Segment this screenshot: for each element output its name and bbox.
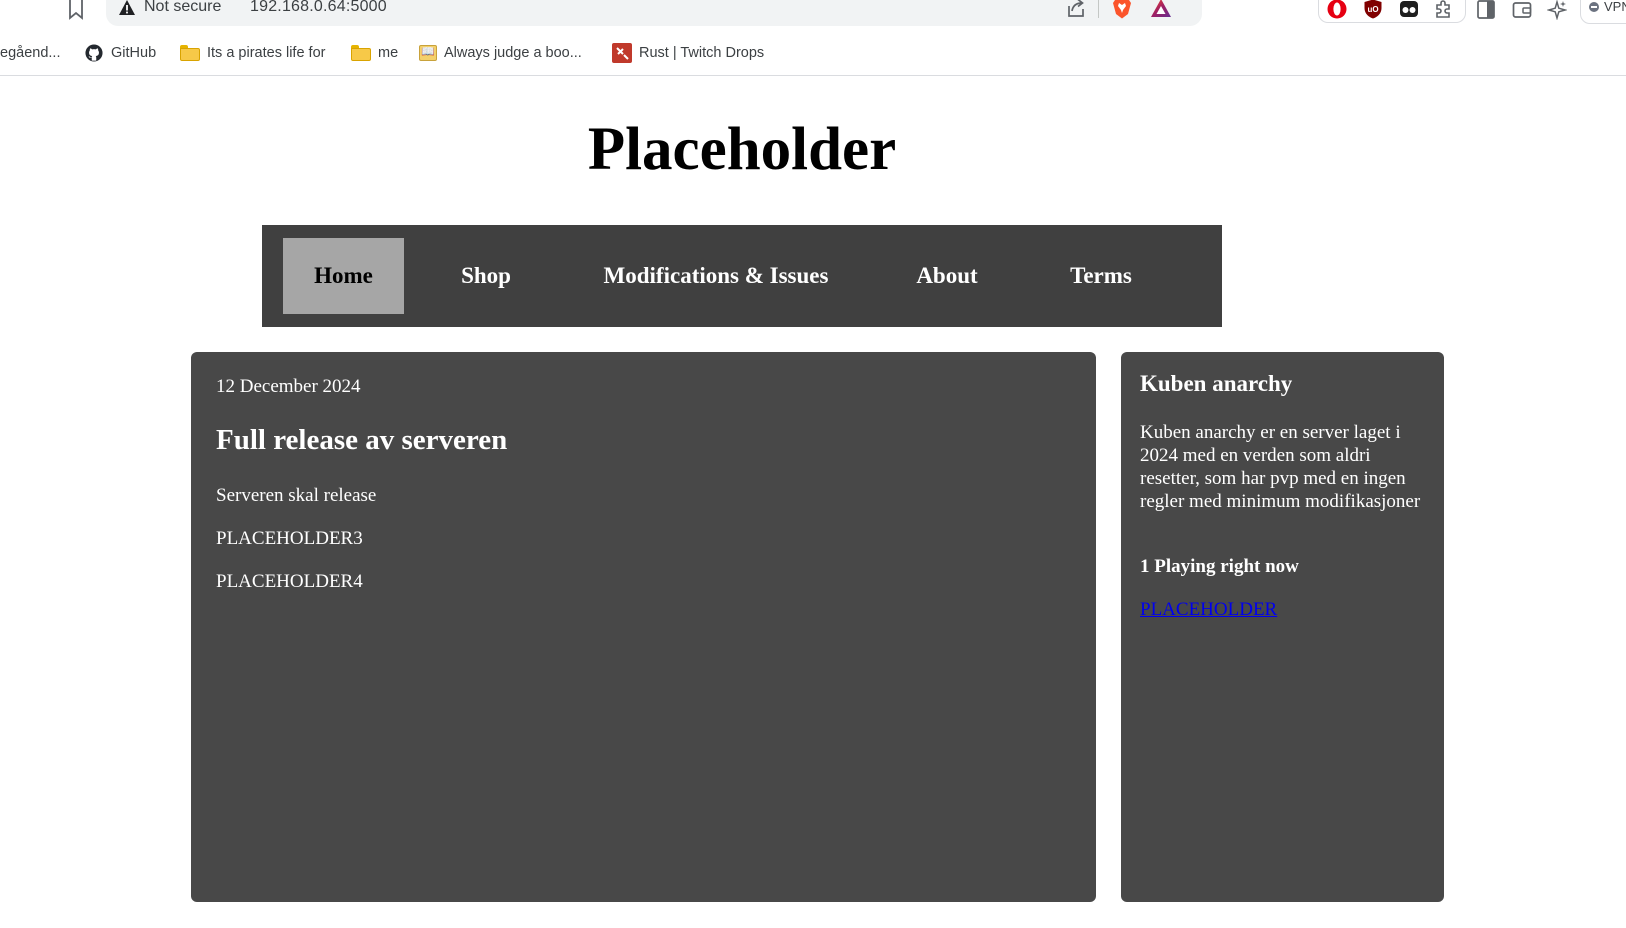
bookmark-folder-pirates[interactable]: Its a pirates life for	[180, 41, 325, 65]
main-nav: Home Shop Modifications & Issues About T…	[262, 225, 1222, 327]
svg-text:uO: uO	[1367, 5, 1378, 14]
bookmark-label: me	[378, 45, 399, 61]
glasses-extension-icon[interactable]	[1399, 0, 1419, 19]
news-paragraph: PLACEHOLDER4	[216, 571, 363, 592]
leo-ai-icon[interactable]	[1547, 0, 1567, 20]
bookmark-label: Its a pirates life for	[207, 45, 326, 61]
bookmark-label: Always judge a boo...	[444, 45, 582, 61]
bookmark-page-icon[interactable]	[68, 0, 84, 20]
server-description: Kuben anarchy er en server laget i 2024 …	[1140, 422, 1421, 512]
bookmark-github[interactable]: GitHub	[84, 41, 156, 65]
bookmark-label: Rust | Twitch Drops	[639, 45, 765, 61]
rust-icon	[612, 43, 632, 63]
share-icon[interactable]	[1066, 0, 1086, 18]
browser-toolbar: Not secure 192.168.0.64:5000 uO VP	[0, 0, 1626, 34]
folder-icon	[351, 45, 371, 61]
extensions-group: uO	[1318, 0, 1466, 23]
address-bar-divider	[1098, 0, 1099, 18]
news-date: 12 December 2024	[216, 376, 361, 397]
server-info-link[interactable]: PLACEHOLDER	[1140, 599, 1277, 621]
bookmark-label: GitHub	[111, 45, 157, 61]
brave-shields-icon[interactable]	[1112, 0, 1132, 19]
url-text[interactable]: 192.168.0.64:5000	[250, 0, 387, 16]
sidebar-toggle-icon[interactable]	[1476, 0, 1496, 20]
security-label[interactable]: Not secure	[144, 0, 221, 16]
github-icon	[85, 44, 103, 62]
bookmark-rust-twitch-drops[interactable]: Rust | Twitch Drops	[612, 41, 764, 65]
news-panel: 12 December 2024 Full release av servere…	[191, 352, 1096, 902]
bookmark-truncated[interactable]: egåend...	[0, 41, 60, 65]
book-icon	[419, 45, 437, 61]
vpn-button[interactable]: VPN	[1580, 0, 1626, 24]
server-info-panel: Kuben anarchy Kuben anarchy er en server…	[1121, 352, 1444, 902]
bookmark-folder-me[interactable]: me	[351, 41, 398, 65]
opera-icon[interactable]	[1327, 0, 1347, 19]
site-title: Placeholder	[587, 116, 897, 183]
address-bar[interactable]: Not secure 192.168.0.64:5000	[106, 0, 1202, 26]
news-paragraph: PLACEHOLDER3	[216, 528, 363, 549]
folder-icon	[180, 45, 200, 61]
nav-terms[interactable]: Terms	[1055, 238, 1147, 314]
news-paragraph: Serveren skal release	[216, 485, 377, 506]
bookmark-label: egåend...	[0, 45, 61, 61]
nav-modifications-issues[interactable]: Modifications & Issues	[592, 238, 840, 314]
server-info-title: Kuben anarchy	[1140, 371, 1293, 396]
extensions-puzzle-icon[interactable]	[1433, 0, 1453, 19]
bookmarks-bar: egåend... GitHub Its a pirates life for …	[0, 34, 1626, 76]
players-online-count: 1 Playing right now	[1140, 556, 1299, 577]
news-title: Full release av serveren	[216, 424, 508, 456]
vpn-label: VPN	[1604, 0, 1626, 14]
vpn-status-icon	[1589, 2, 1599, 12]
nav-about[interactable]: About	[902, 238, 992, 314]
nav-shop[interactable]: Shop	[442, 238, 530, 314]
brave-rewards-icon[interactable]	[1150, 0, 1172, 18]
ublock-origin-icon[interactable]: uO	[1363, 0, 1383, 19]
wallet-icon[interactable]	[1512, 0, 1532, 20]
warning-icon[interactable]	[118, 0, 136, 17]
bookmark-always-judge[interactable]: Always judge a boo...	[419, 41, 582, 65]
nav-home[interactable]: Home	[283, 238, 404, 314]
